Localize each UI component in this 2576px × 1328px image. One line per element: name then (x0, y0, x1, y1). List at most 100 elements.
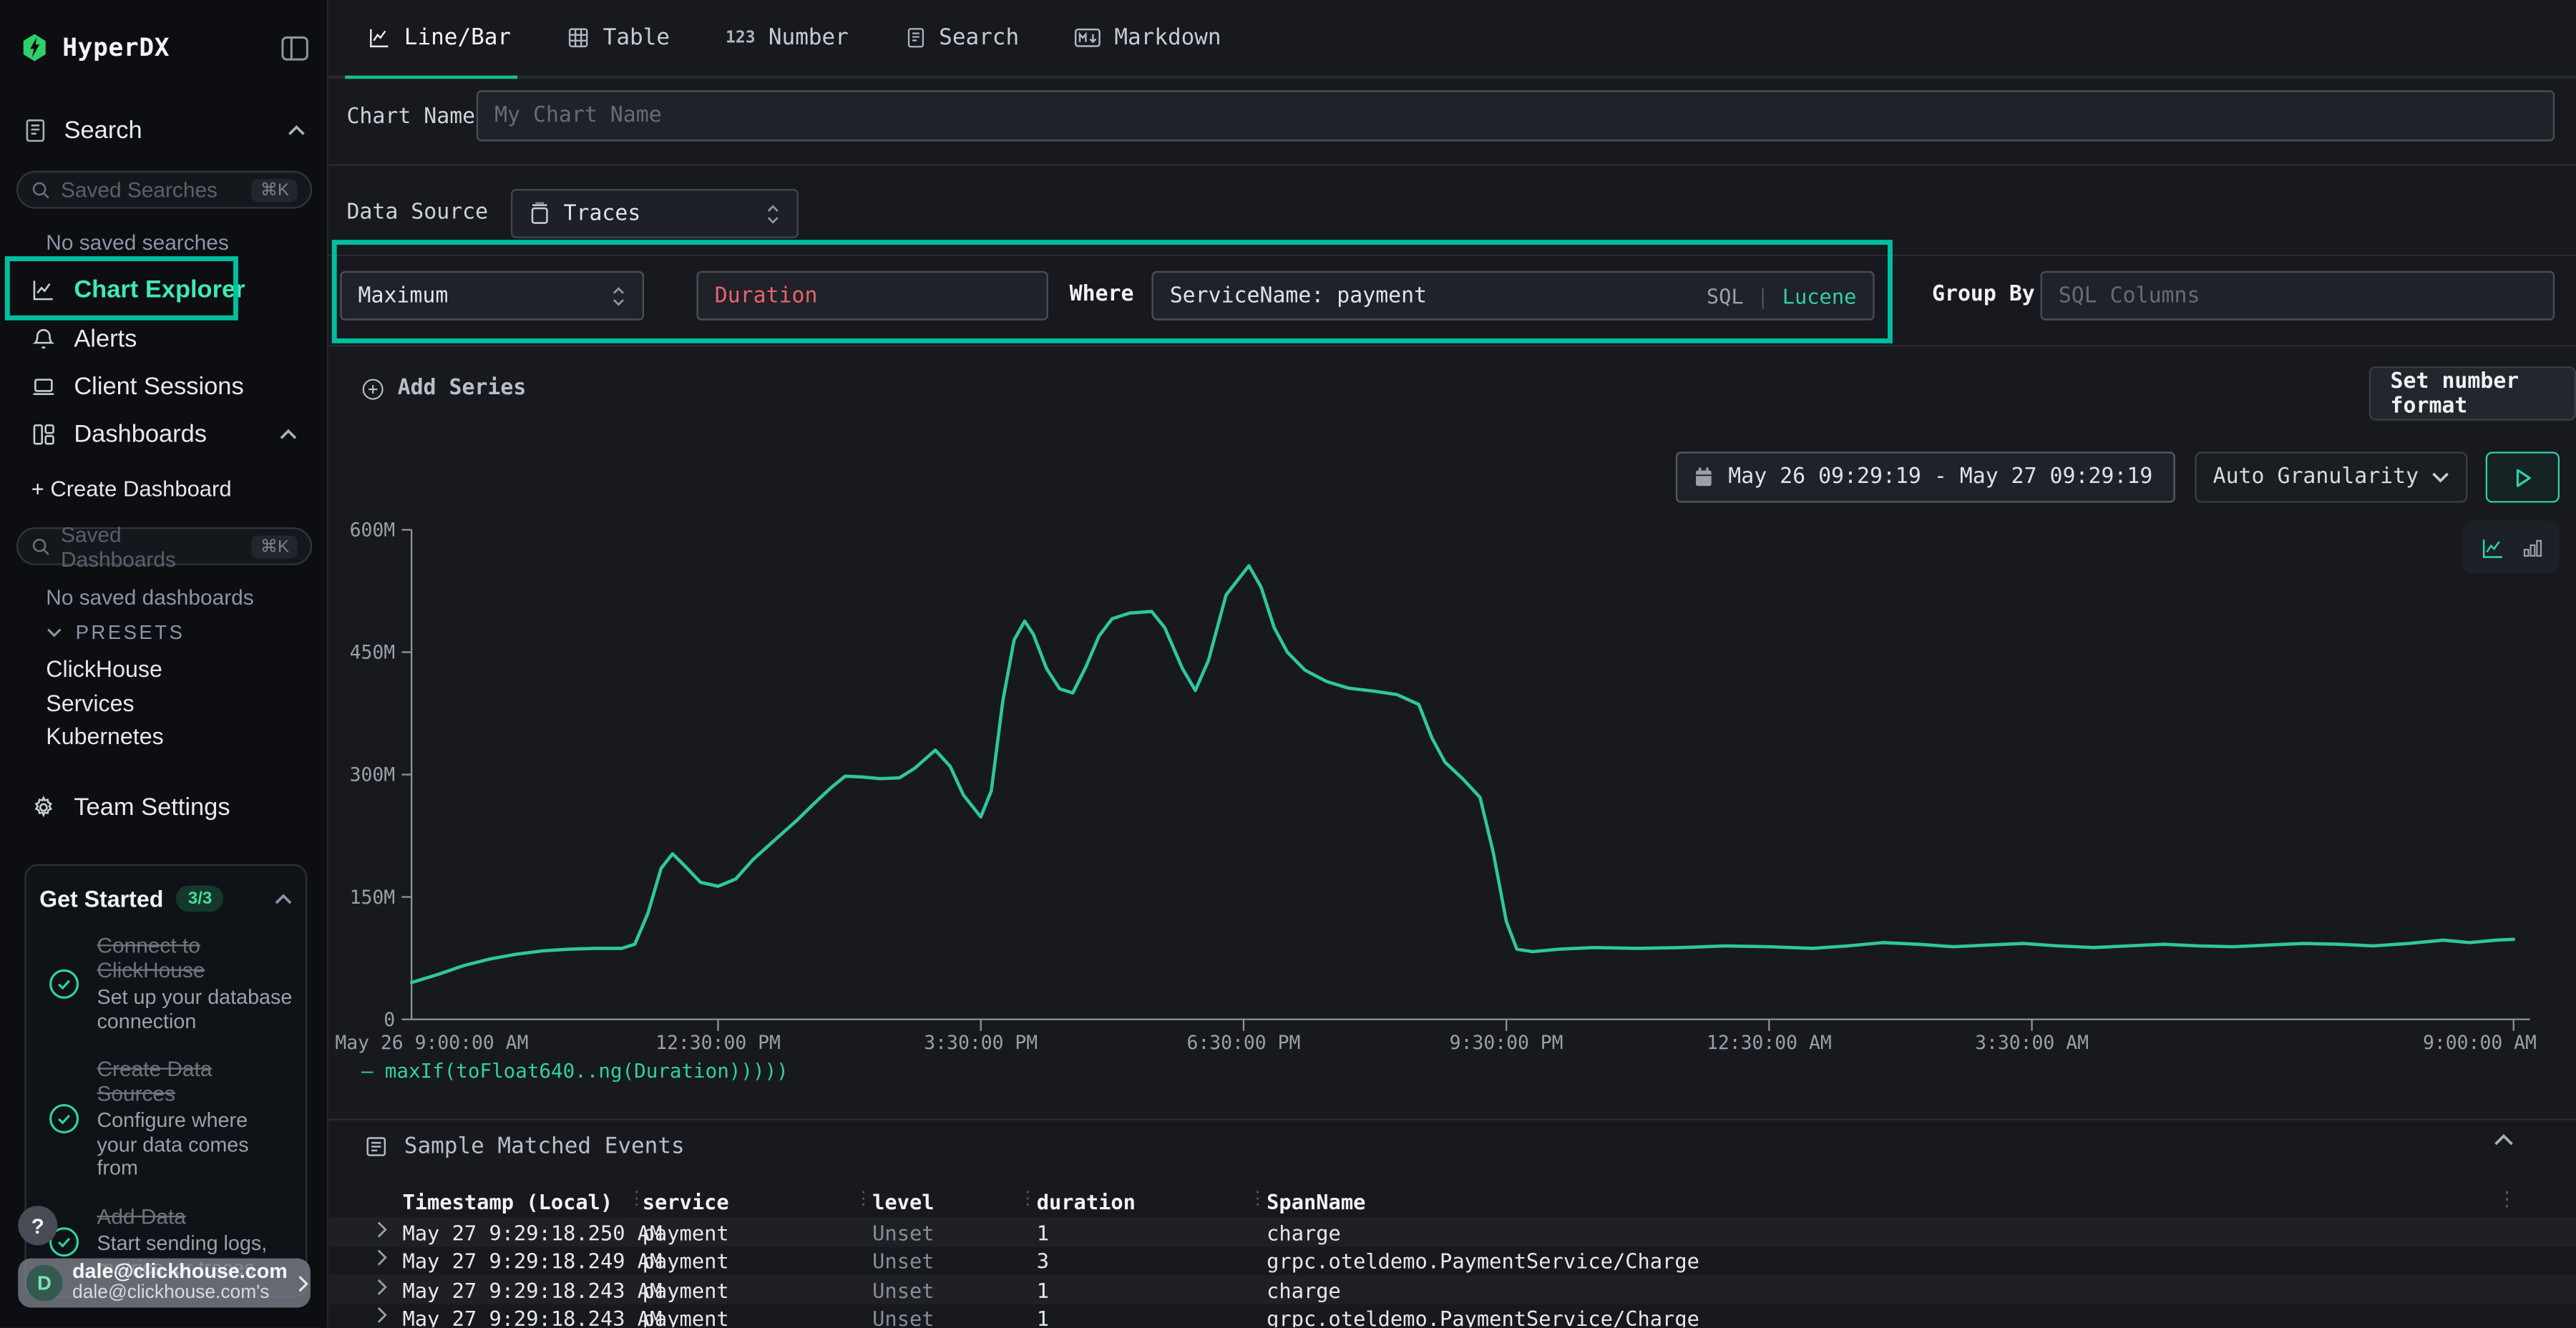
column-header-service[interactable]: service (643, 1189, 729, 1214)
get-started-header[interactable]: Get Started 3/3 (26, 866, 306, 922)
sidebar-item-dashboards[interactable]: Dashboards (0, 412, 328, 455)
tab-label: Markdown (1114, 24, 1221, 51)
calendar-icon (1694, 467, 1714, 488)
get-started-progress-badge: 3/3 (177, 885, 224, 912)
expand-row-icon[interactable] (376, 1220, 388, 1238)
event-cell-spanname: grpc.oteldemo.PaymentService/Charge (1267, 1306, 1699, 1327)
tab-line-bar[interactable]: Line/Bar (368, 24, 511, 51)
chart-legend: — maxIf(toFloat640..ng(Duration))))) (361, 1060, 789, 1083)
group-by-input[interactable] (2041, 271, 2555, 321)
search-icon (31, 537, 52, 557)
chevron-up-icon[interactable] (274, 893, 292, 904)
lucene-mode-button[interactable]: Lucene (1782, 283, 1857, 308)
chart-name-input[interactable] (477, 90, 2555, 141)
sidebar-item-label: Alerts (74, 324, 137, 352)
tab-label: Number (769, 24, 849, 51)
expand-row-icon[interactable] (376, 1277, 388, 1295)
tab-table[interactable]: Table (567, 24, 670, 51)
search-section-label: Search (64, 116, 142, 144)
mode-separator: | (1757, 283, 1769, 308)
saved-dashboards-shortcut: ⌘K (252, 534, 297, 557)
x-tick-label: 9:00:00 AM (2423, 1032, 2537, 1054)
sidebar-item-alerts[interactable]: Alerts (0, 317, 328, 360)
x-tick-label: May 26 9:00:00 AM (335, 1032, 528, 1054)
column-header-duration[interactable]: duration (1037, 1189, 1136, 1214)
brand-title: HyperDX (62, 33, 170, 62)
column-separator-icon[interactable]: ⋮ (1018, 1188, 1036, 1209)
main-content: Line/Bar Table 123 Number Search (328, 0, 2576, 1327)
field-input[interactable]: Duration (696, 271, 1048, 321)
run-query-button[interactable] (2486, 451, 2560, 502)
logo-row: HyperDX (0, 23, 328, 72)
granularity-value: Auto Granularity (2213, 465, 2419, 489)
event-row[interactable]: May 27 9:29:18.249 AMpaymentUnset3grpc.o… (328, 1246, 2576, 1274)
column-separator-icon[interactable]: ⋮ (1249, 1188, 1267, 1209)
saved-searches-input[interactable]: Saved Searches ⌘K (16, 171, 312, 209)
column-header-timestamp[interactable]: Timestamp (Local) (402, 1189, 613, 1214)
preset-item-kubernetes[interactable]: Kubernetes (46, 723, 163, 749)
app-window: HyperDX Search Saved Searches ⌘K No save… (0, 0, 2576, 1327)
tab-markdown[interactable]: Markdown (1075, 24, 1221, 51)
sample-events-header: Sample Matched Events (365, 1133, 685, 1160)
date-range-input[interactable]: May 26 09:29:19 - May 27 09:29:19 (1676, 451, 2175, 502)
saved-dashboards-placeholder: Saved Dashboards (61, 522, 243, 571)
chevron-up-icon (288, 124, 306, 135)
get-started-item[interactable]: Connect to ClickHouseSet up your databas… (26, 922, 306, 1045)
granularity-select[interactable]: Auto Granularity (2195, 451, 2467, 502)
document-list-icon (904, 26, 926, 49)
database-icon (529, 202, 550, 225)
where-input[interactable]: ServiceName: payment SQL | Lucene (1151, 271, 1874, 321)
event-row[interactable]: May 27 9:29:18.250 AMpaymentUnset1charge (328, 1217, 2576, 1246)
x-tick-label: 6:30:00 PM (1186, 1032, 1300, 1054)
event-row[interactable]: May 27 9:29:18.243 AMpaymentUnset1grpc.o… (328, 1304, 2576, 1327)
legend-marker: — (361, 1060, 374, 1083)
get-started-item[interactable]: Create Data SourcesConfigure where your … (26, 1045, 306, 1191)
chart-line-icon (31, 277, 56, 301)
column-header-level[interactable]: level (872, 1189, 934, 1214)
add-series-button[interactable]: Add Series (361, 376, 526, 401)
event-cell-timestamp: May 27 9:29:18.243 AM (402, 1277, 662, 1302)
sidebar-item-team-settings[interactable]: Team Settings (0, 785, 328, 828)
saved-dashboards-input[interactable]: Saved Dashboards ⌘K (16, 527, 312, 565)
event-cell-spanname: grpc.oteldemo.PaymentService/Charge (1267, 1249, 1699, 1273)
y-tick-label: 300M (350, 764, 396, 786)
help-button[interactable]: ? (18, 1206, 57, 1245)
sidebar-collapse-icon[interactable] (281, 35, 309, 59)
data-source-select[interactable]: Traces (511, 189, 799, 238)
sql-mode-button[interactable]: SQL (1707, 283, 1744, 308)
event-cell-level: Unset (872, 1249, 934, 1273)
collapse-panel-icon[interactable] (2494, 1133, 2514, 1146)
column-separator-icon[interactable]: ⋮ (854, 1188, 872, 1209)
preset-item-services[interactable]: Services (46, 689, 134, 716)
document-list-icon (365, 1135, 388, 1158)
where-label: Where (1070, 283, 1134, 307)
number-123-icon: 123 (726, 29, 755, 47)
divider (328, 255, 2576, 256)
preset-item-clickhouse[interactable]: ClickHouse (46, 655, 162, 682)
sidebar-item-chart-explorer[interactable]: Chart Explorer (0, 268, 328, 311)
event-row[interactable]: May 27 9:29:18.243 AMpaymentUnset1charge (328, 1275, 2576, 1304)
user-menu[interactable]: D dale@clickhouse.com dale@clickhouse.co… (18, 1259, 311, 1308)
column-header-spanname[interactable]: SpanName (1267, 1189, 1365, 1214)
presets-toggle[interactable]: PRESETS (46, 621, 185, 644)
set-number-format-button[interactable]: Set number format (2369, 366, 2576, 421)
table-options-icon[interactable]: ⋮ (2497, 1188, 2517, 1211)
field-value: Duration (715, 283, 818, 308)
laptop-icon (31, 374, 56, 398)
event-cell-duration: 3 (1037, 1249, 1049, 1273)
markdown-icon (1075, 28, 1101, 48)
saved-searches-placeholder: Saved Searches (61, 177, 218, 202)
query-language-switch: SQL | Lucene (1707, 283, 1857, 308)
date-range-value: May 26 09:29:19 - May 27 09:29:19 (1728, 465, 2152, 489)
expand-row-icon[interactable] (376, 1306, 388, 1324)
tab-search[interactable]: Search (904, 24, 1019, 51)
sidebar-section-search[interactable]: Search (0, 109, 328, 152)
expand-row-icon[interactable] (376, 1249, 388, 1266)
create-dashboard-button[interactable]: + Create Dashboard (31, 477, 232, 501)
tab-number[interactable]: 123 Number (726, 24, 849, 51)
aggregation-select[interactable]: Maximum (340, 271, 644, 321)
timeseries-chart[interactable]: 0150M300M450M600MMay 26 9:00:00 AM12:30:… (328, 509, 2576, 1068)
sidebar-item-client-sessions[interactable]: Client Sessions (0, 365, 328, 408)
event-cell-duration: 1 (1037, 1220, 1049, 1244)
sidebar-item-label: Chart Explorer (74, 275, 245, 303)
